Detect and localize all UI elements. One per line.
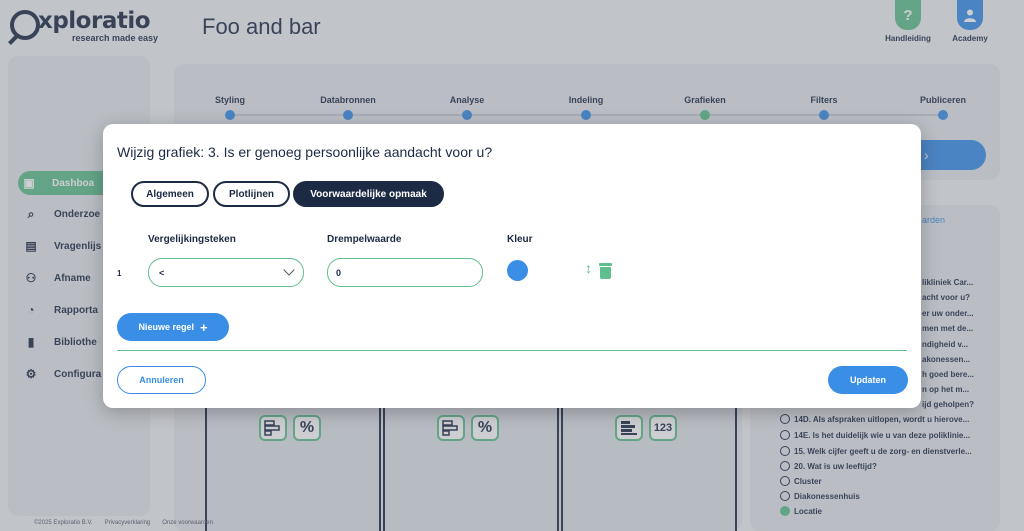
trash-icon[interactable] bbox=[599, 263, 612, 279]
trash-lid bbox=[599, 263, 612, 266]
cancel-button[interactable]: Annuleren bbox=[117, 366, 206, 394]
chevron-down-icon bbox=[283, 264, 295, 276]
tab-algemeen[interactable]: Algemeen bbox=[131, 181, 209, 207]
tab-plotlijnen[interactable]: Plotlijnen bbox=[213, 181, 290, 207]
color-column-label: Kleur bbox=[507, 234, 533, 245]
plus-icon: + bbox=[199, 319, 208, 335]
edit-chart-modal: Wijzig grafiek: 3. Is er genoeg persoonl… bbox=[103, 124, 921, 408]
new-rule-button[interactable]: Nieuwe regel + bbox=[117, 313, 229, 341]
update-button[interactable]: Updaten bbox=[828, 366, 908, 394]
comparator-value: < bbox=[159, 267, 165, 278]
rule-number: 1 bbox=[117, 269, 122, 278]
color-picker[interactable] bbox=[507, 260, 528, 281]
comparator-select[interactable]: < bbox=[148, 258, 304, 287]
new-rule-label: Nieuwe regel bbox=[138, 322, 194, 332]
threshold-column-label: Drempelwaarde bbox=[327, 234, 402, 245]
tab-voorwaardelijke-opmaak[interactable]: Voorwaardelijke opmaak bbox=[293, 181, 444, 207]
trash-can bbox=[600, 267, 611, 279]
modal-divider bbox=[117, 350, 907, 351]
modal-title: Wijzig grafiek: 3. Is er genoeg persoonl… bbox=[117, 144, 493, 160]
threshold-input[interactable] bbox=[327, 258, 483, 287]
comparator-column-label: Vergelijkingsteken bbox=[148, 234, 236, 245]
reorder-icon[interactable]: ↕ bbox=[585, 261, 592, 275]
